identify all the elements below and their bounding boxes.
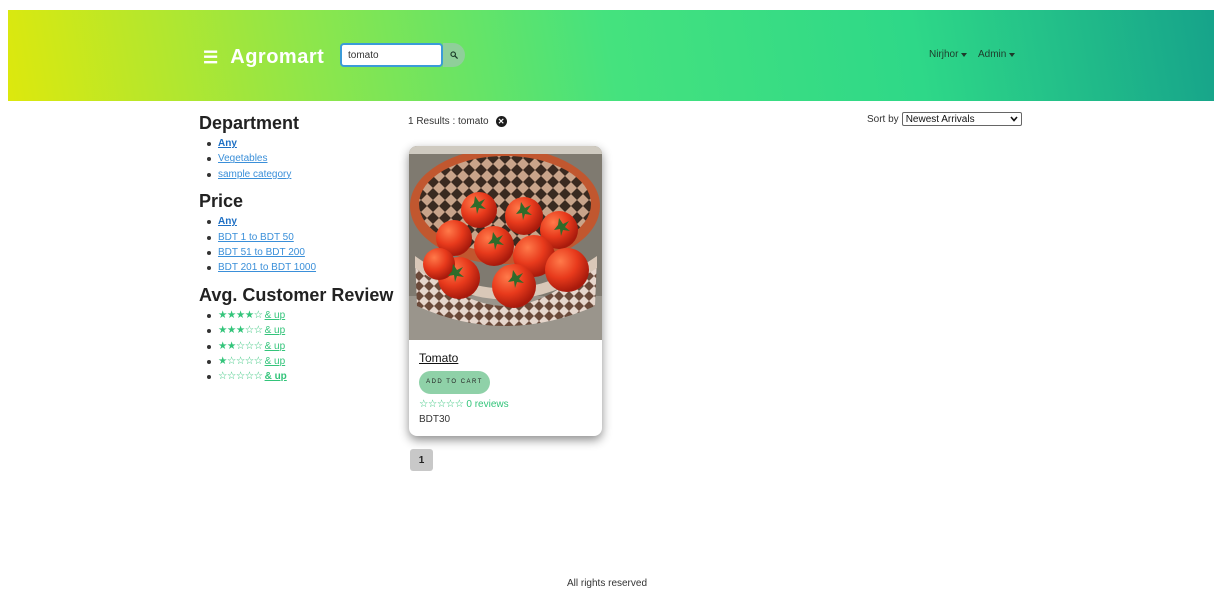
clear-search-icon[interactable]: ✕ xyxy=(495,116,507,127)
star-rating-icon: ★★☆☆☆ xyxy=(218,339,263,352)
brand-logo-text[interactable]: Agromart xyxy=(230,46,324,69)
star-rating-icon: ★★★★☆ xyxy=(218,308,263,321)
price-link-any[interactable]: Any xyxy=(218,216,237,227)
star-rating-icon: ☆☆☆☆☆ xyxy=(218,370,263,383)
review-list: ★★★★☆ & up ★★★☆☆ & up ★★☆☆☆ & up ★☆☆☆☆ & up … xyxy=(199,308,393,385)
department-list: Any Vegetables sample category xyxy=(199,136,393,182)
and-up-label: & up xyxy=(264,356,286,368)
list-item: ★☆☆☆☆ & up xyxy=(199,354,393,369)
department-link-vegetables[interactable]: Vegetables xyxy=(218,153,268,164)
sort-label: Sort by xyxy=(867,113,899,125)
search-bar xyxy=(340,43,465,67)
review-filter-4[interactable]: ★★★★☆ & up xyxy=(218,308,286,321)
review-count: 0 reviews xyxy=(466,399,509,410)
price-link-201-1000[interactable]: BDT 201 to BDT 1000 xyxy=(218,262,316,273)
list-item: Vegetables xyxy=(199,151,393,166)
menu-icon[interactable]: ☰ xyxy=(203,49,218,66)
product-card[interactable]: Tomato ADD TO CART ☆☆☆☆☆ 0 reviews BDT30 xyxy=(409,146,602,436)
list-item: ★★★★☆ & up xyxy=(199,308,393,323)
and-up-label: & up xyxy=(264,340,286,352)
and-up-label: & up xyxy=(264,325,286,337)
and-up-label: & up xyxy=(264,371,287,383)
chevron-down-icon xyxy=(1009,52,1016,57)
footer-text: All rights reserved xyxy=(566,578,648,589)
star-rating-icon: ★★★☆☆ xyxy=(218,324,263,337)
results-text: 1 Results : tomato xyxy=(408,116,489,127)
list-item: BDT 1 to BDT 50 xyxy=(199,230,393,245)
list-item: ★★★☆☆ & up xyxy=(199,323,393,338)
price-heading: Price xyxy=(199,191,244,212)
sort-select[interactable]: Newest Arrivals xyxy=(901,112,1022,126)
product-title-link[interactable]: Tomato xyxy=(419,351,458,365)
list-item: Any xyxy=(199,136,393,151)
star-rating-icon: ★☆☆☆☆ xyxy=(218,355,263,368)
price-link-1-50[interactable]: BDT 1 to BDT 50 xyxy=(218,232,294,243)
price-link-51-200[interactable]: BDT 51 to BDT 200 xyxy=(218,247,305,258)
list-item: Any xyxy=(199,214,393,229)
chevron-down-icon xyxy=(961,52,968,57)
price-list: Any BDT 1 to BDT 50 BDT 51 to BDT 200 BD… xyxy=(199,214,393,276)
product-price: BDT30 xyxy=(419,414,451,425)
chevron-down-icon xyxy=(1010,116,1018,122)
product-rating: ☆☆☆☆☆ 0 reviews xyxy=(419,398,509,410)
user-menu-label: Nirjhor xyxy=(929,49,959,60)
search-button[interactable] xyxy=(443,43,465,67)
list-item: BDT 51 to BDT 200 xyxy=(199,245,393,260)
review-filter-1[interactable]: ★☆☆☆☆ & up xyxy=(218,355,286,368)
admin-menu-dropdown[interactable]: Admin xyxy=(978,49,1016,60)
search-input[interactable] xyxy=(340,43,443,67)
brand: ☰ Agromart xyxy=(203,44,324,70)
product-image[interactable] xyxy=(409,146,602,340)
list-item: ★★☆☆☆ & up xyxy=(199,339,393,354)
review-filter-3[interactable]: ★★★☆☆ & up xyxy=(218,324,286,337)
review-filter-0[interactable]: ☆☆☆☆☆ & up xyxy=(218,370,287,383)
filter-sidebar: Department Any Vegetables sample categor… xyxy=(199,112,393,393)
list-item: BDT 201 to BDT 1000 xyxy=(199,260,393,275)
department-link-any[interactable]: Any xyxy=(218,138,237,149)
user-menu-dropdown[interactable]: Nirjhor xyxy=(929,49,968,60)
list-item: sample category xyxy=(199,167,393,182)
department-link-sample-category[interactable]: sample category xyxy=(218,169,291,180)
department-heading: Department xyxy=(199,113,300,133)
and-up-label: & up xyxy=(264,309,286,321)
add-to-cart-button[interactable]: ADD TO CART xyxy=(419,371,490,394)
sort-selected-value: Newest Arrivals xyxy=(905,113,975,125)
star-rating-icon: ☆☆☆☆☆ xyxy=(419,398,464,410)
admin-menu-label: Admin xyxy=(978,49,1007,60)
review-heading: Avg. Customer Review xyxy=(199,284,394,305)
results-summary: 1 Results : tomato ✕ xyxy=(408,116,507,127)
header-banner xyxy=(8,10,1214,101)
search-icon xyxy=(450,51,458,59)
sort-control: Sort by Newest Arrivals xyxy=(867,112,1022,126)
pagination-page-1[interactable]: 1 xyxy=(410,449,433,471)
list-item: ☆☆☆☆☆ & up xyxy=(199,369,393,384)
review-filter-2[interactable]: ★★☆☆☆ & up xyxy=(218,339,286,352)
